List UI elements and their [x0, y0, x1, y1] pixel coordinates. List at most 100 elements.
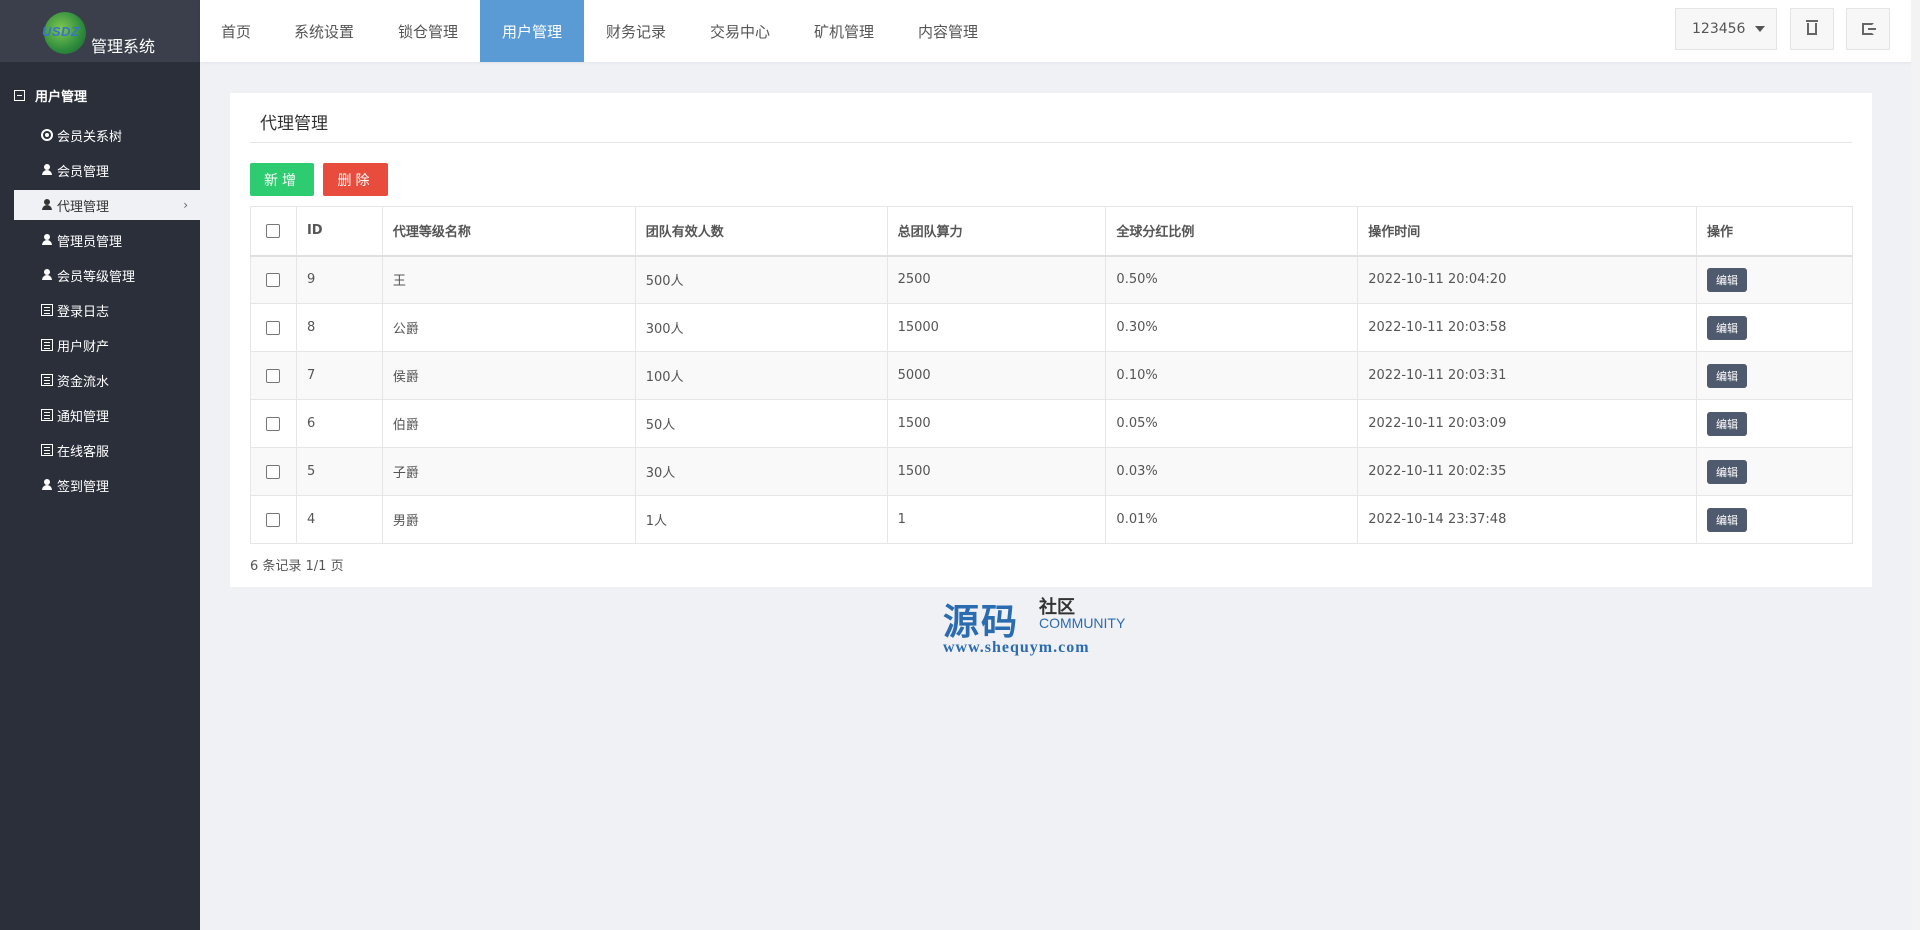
caret-down-icon — [1755, 26, 1766, 32]
sidebar-group-user-management[interactable]: 用户管理 — [14, 86, 87, 105]
delete-button[interactable]: 删除 — [323, 163, 388, 196]
cell-dividend-ratio: 0.10% — [1105, 351, 1359, 400]
edit-button[interactable]: 编辑 — [1707, 507, 1748, 532]
sidebar-item-member-tree[interactable]: 会员关系树 — [14, 120, 200, 150]
cell-level-name: 子爵 — [381, 447, 636, 496]
cell-id: 8 — [295, 303, 383, 352]
nav-content-management[interactable]: 内容管理 — [896, 0, 1000, 62]
row-select-cell — [250, 399, 297, 448]
row-select-cell — [250, 303, 297, 352]
cell-time: 2022-10-11 20:02:35 — [1357, 447, 1698, 496]
table-row: 9 王 500人 2500 0.50% 2022-10-11 20:04:20 … — [250, 255, 1853, 304]
nav-miner-management[interactable]: 矿机管理 — [792, 0, 896, 62]
logout-button[interactable] — [1846, 8, 1890, 50]
page-title: 代理管理 — [260, 114, 328, 134]
cell-time: 2022-10-11 20:03:31 — [1357, 351, 1698, 400]
cell-team-power: 2500 — [886, 255, 1107, 304]
agent-management-panel: 代理管理 新增 删除 ID 代理等级名称 团队有效人数 总团队算力 全球分红比例… — [230, 93, 1872, 587]
sidebar-item-user-assets[interactable]: 用户财产 — [14, 330, 200, 360]
sidebar-item-online-service[interactable]: 在线客服 — [14, 435, 200, 465]
column-header-id: ID — [295, 206, 383, 257]
row-select-cell — [250, 447, 297, 496]
sidebar-item-label: 代理管理 — [57, 199, 110, 215]
sidebar-item-label: 会员等级管理 — [57, 269, 136, 285]
list-icon — [41, 374, 53, 386]
column-header-dividend-ratio: 全球分红比例 — [1105, 206, 1359, 257]
pagination-info: 6 条记录 1/1 页 — [250, 559, 344, 574]
edit-button[interactable]: 编辑 — [1707, 363, 1748, 388]
collapse-icon — [14, 90, 25, 101]
watermark-big-text: 源码 — [943, 602, 1020, 643]
user-dropdown[interactable]: 123456 — [1675, 8, 1777, 50]
app-title: 管理系统 — [91, 37, 156, 56]
column-header-level-name: 代理等级名称 — [381, 206, 636, 257]
sidebar-item-checkin[interactable]: 签到管理 — [14, 470, 200, 500]
column-header-team-members: 团队有效人数 — [634, 206, 888, 257]
row-checkbox[interactable] — [266, 368, 281, 383]
cell-time: 2022-10-11 20:03:09 — [1357, 399, 1698, 448]
cell-id: 4 — [295, 495, 383, 544]
row-checkbox[interactable] — [266, 272, 281, 287]
sidebar-item-member-levels[interactable]: 会员等级管理 — [14, 260, 200, 290]
cell-id: 6 — [295, 399, 383, 448]
nav-lock-management[interactable]: 锁仓管理 — [376, 0, 480, 62]
sidebar-item-fund-flow[interactable]: 资金流水 — [14, 365, 200, 395]
nav-trade-center[interactable]: 交易中心 — [688, 0, 792, 62]
user-icon — [41, 479, 53, 491]
cell-team-members: 100人 — [634, 351, 888, 400]
cell-action: 编辑 — [1696, 399, 1853, 448]
sidebar: USDZ 管理系统 用户管理 会员关系树 会员管理 代理管理 › 管理员管理 会… — [0, 0, 200, 930]
sidebar-item-label: 登录日志 — [57, 304, 110, 320]
sidebar-item-label: 在线客服 — [57, 444, 110, 460]
sidebar-item-notifications[interactable]: 通知管理 — [14, 400, 200, 430]
row-checkbox[interactable] — [266, 416, 281, 431]
trash-icon — [1806, 20, 1818, 35]
nav-home[interactable]: 首页 — [200, 0, 272, 62]
cell-dividend-ratio: 0.01% — [1105, 495, 1359, 544]
nav-system-settings[interactable]: 系统设置 — [272, 0, 376, 62]
row-checkbox[interactable] — [266, 320, 281, 335]
cell-time: 2022-10-11 20:04:20 — [1357, 255, 1698, 304]
edit-button[interactable]: 编辑 — [1707, 411, 1748, 436]
cell-time: 2022-10-11 20:03:58 — [1357, 303, 1698, 352]
sidebar-item-login-log[interactable]: 登录日志 — [14, 295, 200, 325]
logo-text: USDZ — [42, 24, 80, 39]
cell-level-name: 男爵 — [381, 495, 636, 544]
chevron-right-icon: › — [183, 198, 188, 212]
select-all-cell — [250, 206, 297, 257]
clear-cache-button[interactable] — [1790, 8, 1834, 50]
cell-level-name: 公爵 — [381, 303, 636, 352]
edit-button[interactable]: 编辑 — [1707, 267, 1748, 292]
select-all-checkbox[interactable] — [266, 223, 281, 238]
sidebar-item-label: 管理员管理 — [57, 234, 123, 250]
cell-team-power: 1500 — [886, 447, 1107, 496]
watermark: 源码 社区 COMMUNITY www.shequym.com — [943, 593, 1143, 663]
nav-user-management[interactable]: 用户管理 — [480, 0, 584, 62]
sidebar-item-members[interactable]: 会员管理 — [14, 155, 200, 185]
cell-team-members: 500人 — [634, 255, 888, 304]
list-icon — [41, 304, 53, 316]
add-button[interactable]: 新增 — [250, 163, 314, 196]
cell-team-power: 5000 — [886, 351, 1107, 400]
table-row: 7 侯爵 100人 5000 0.10% 2022-10-11 20:03:31… — [250, 351, 1853, 400]
cell-team-members: 1人 — [634, 495, 888, 544]
row-checkbox[interactable] — [266, 512, 281, 527]
sidebar-item-label: 资金流水 — [57, 374, 110, 390]
watermark-community-text: COMMUNITY — [1039, 615, 1126, 631]
logout-icon — [1862, 23, 1876, 35]
row-checkbox[interactable] — [266, 464, 281, 479]
edit-button[interactable]: 编辑 — [1707, 459, 1748, 484]
watermark-url: www.shequym.com — [943, 639, 1090, 656]
sidebar-item-admins[interactable]: 管理员管理 — [14, 225, 200, 255]
cell-action: 编辑 — [1696, 351, 1853, 400]
page-scrollbar[interactable] — [1911, 0, 1920, 930]
cell-action: 编辑 — [1696, 495, 1853, 544]
cell-id: 7 — [295, 351, 383, 400]
nav-finance-records[interactable]: 财务记录 — [584, 0, 688, 62]
cell-dividend-ratio: 0.30% — [1105, 303, 1359, 352]
edit-button[interactable]: 编辑 — [1707, 315, 1748, 340]
sidebar-group-label: 用户管理 — [35, 90, 88, 105]
row-select-cell — [250, 351, 297, 400]
sidebar-item-agents[interactable]: 代理管理 › — [14, 190, 200, 220]
sidebar-item-label: 用户财产 — [57, 339, 110, 355]
